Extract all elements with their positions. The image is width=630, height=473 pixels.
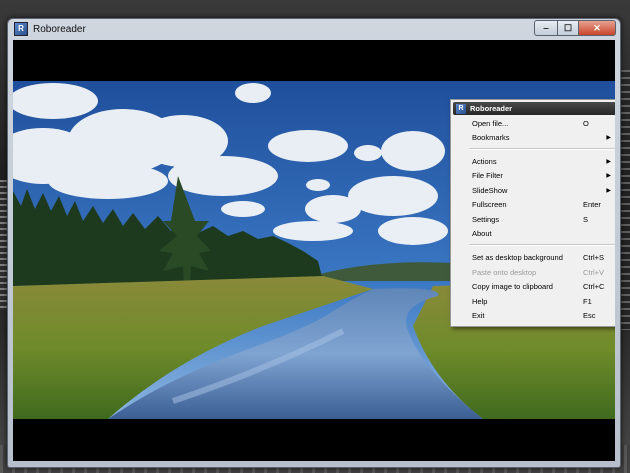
menu-item-label: Bookmarks — [472, 133, 510, 142]
menu-item-label: Paste onto desktop — [472, 268, 537, 277]
menu-item-slideshow[interactable]: SlideShow ▶ — [453, 184, 615, 197]
menu-item-label: File Filter — [472, 171, 503, 180]
close-button[interactable]: ✕ — [579, 20, 616, 36]
menu-item-file-filter[interactable]: File Filter ▶ — [453, 169, 615, 182]
title-bar[interactable]: R Roboreader ‒ ☐ ✕ — [8, 19, 620, 39]
submenu-arrow-icon: ▶ — [606, 135, 611, 141]
menu-item-shortcut: Enter — [583, 200, 601, 209]
menu-item-paste-onto-desktop: Paste onto desktop Ctrl+V — [453, 266, 615, 279]
menu-separator — [469, 148, 615, 150]
menu-item-label: Help — [472, 297, 488, 306]
roboreader-window: R Roboreader ‒ ☐ ✕ R Roboreader Open fil… — [7, 18, 621, 468]
window-controls: ‒ ☐ ✕ — [534, 20, 616, 36]
menu-item-set-desktop-background[interactable]: Set as desktop background Ctrl+S — [453, 251, 615, 264]
menu-item-label: Copy image to clipboard — [472, 282, 553, 291]
menu-item-shortcut: Ctrl+S — [583, 253, 605, 262]
image-viewer-area[interactable]: R Roboreader Open file... O Bookmarks ▶ … — [13, 40, 615, 461]
menu-item-shortcut: Ctrl+C — [583, 282, 605, 291]
submenu-arrow-icon: ▶ — [606, 188, 611, 194]
context-menu: R Roboreader Open file... O Bookmarks ▶ … — [450, 99, 615, 327]
menu-item-exit[interactable]: Exit Esc — [453, 309, 615, 322]
menu-item-label: Set as desktop background — [472, 253, 563, 262]
context-menu-header: R Roboreader — [453, 102, 615, 115]
menu-item-shortcut: O — [583, 119, 589, 128]
roboreader-app-icon: R — [456, 103, 466, 114]
menu-item-label: Actions — [472, 157, 497, 166]
menu-item-open-file[interactable]: Open file... O — [453, 117, 615, 130]
context-menu-title: Roboreader — [470, 104, 513, 113]
menu-item-about[interactable]: About — [453, 227, 615, 240]
menu-item-label: Settings — [472, 215, 500, 224]
menu-item-shortcut: S — [583, 215, 589, 224]
menu-item-label: Exit — [472, 311, 485, 320]
maximize-button[interactable]: ☐ — [558, 20, 579, 36]
menu-item-copy-image[interactable]: Copy image to clipboard Ctrl+C — [453, 280, 615, 293]
menu-item-shortcut: Ctrl+V — [583, 268, 605, 277]
minimize-button[interactable]: ‒ — [534, 20, 558, 36]
menu-item-label: Fullscreen — [472, 200, 507, 209]
menu-item-bookmarks[interactable]: Bookmarks ▶ — [453, 131, 615, 144]
submenu-arrow-icon: ▶ — [606, 159, 611, 165]
menu-item-label: SlideShow — [472, 186, 508, 195]
app-icon[interactable]: R — [14, 22, 28, 36]
menu-item-actions[interactable]: Actions ▶ — [453, 155, 615, 168]
menu-item-shortcut: F1 — [583, 297, 592, 306]
submenu-arrow-icon: ▶ — [606, 173, 611, 179]
menu-separator — [469, 244, 615, 246]
menu-item-settings[interactable]: Settings S — [453, 213, 615, 226]
window-title: Roboreader — [33, 23, 86, 35]
menu-item-shortcut: Esc — [583, 311, 596, 320]
menu-item-label: About — [472, 229, 492, 238]
menu-item-help[interactable]: Help F1 — [453, 295, 615, 308]
menu-item-label: Open file... — [472, 119, 509, 128]
menu-item-fullscreen[interactable]: Fullscreen Enter — [453, 198, 615, 211]
